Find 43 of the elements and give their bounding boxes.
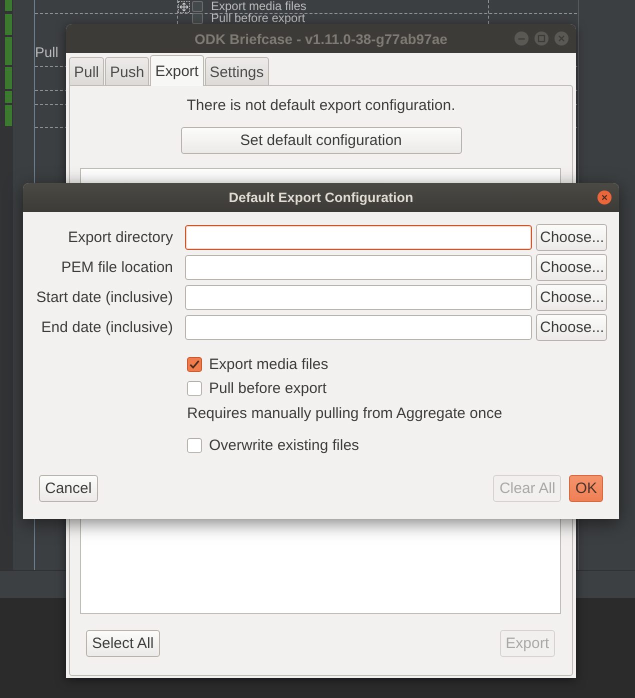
- text-field[interactable]: [185, 255, 532, 280]
- close-icon[interactable]: [597, 190, 612, 205]
- status-message: There is not default export configuration.: [186, 96, 456, 116]
- checkbox-label: Pull before export: [211, 12, 306, 24]
- hint-text: Requires manually pulling from Aggregate once: [187, 404, 502, 422]
- text-field[interactable]: [185, 225, 532, 250]
- tab[interactable]: Settings: [204, 57, 269, 86]
- cancel-button[interactable]: Cancel: [39, 475, 98, 502]
- ok-button[interactable]: OK: [569, 475, 603, 502]
- change-marker: [5, 14, 12, 35]
- choose-button[interactable]: Choose...: [536, 254, 607, 281]
- field-label: Export directory: [66, 229, 174, 246]
- field-label: Start date (inclusive): [35, 289, 174, 306]
- change-marker: [5, 67, 12, 89]
- tab[interactable]: Export: [150, 55, 204, 86]
- checkbox[interactable]: [187, 380, 202, 396]
- set-default-button[interactable]: Set default configuration: [180, 127, 462, 154]
- choose-button[interactable]: Choose...: [536, 224, 607, 251]
- form-label: Pull: [35, 44, 58, 60]
- window-title: ODK Briefcase - v1.11.0-38-g77ab97ae: [194, 30, 448, 46]
- tab[interactable]: Push: [105, 57, 150, 86]
- field-label: PEM file location: [60, 259, 174, 276]
- checkbox-label[interactable]: Overwrite existing files: [209, 436, 360, 454]
- text-field[interactable]: [185, 315, 532, 340]
- checkbox[interactable]: [192, 12, 203, 24]
- select-all-button[interactable]: Select All: [86, 630, 160, 657]
- checkbox-label[interactable]: Export media files: [209, 356, 328, 372]
- checkbox[interactable]: [187, 356, 202, 372]
- tab[interactable]: Pull: [69, 57, 104, 86]
- move-icon: [178, 1, 190, 13]
- text-field[interactable]: [185, 285, 532, 310]
- change-marker: [5, 105, 12, 126]
- choose-button[interactable]: Choose...: [536, 314, 607, 341]
- change-marker: [5, 91, 12, 103]
- checkbox[interactable]: [187, 438, 202, 452]
- field-label: End date (inclusive): [40, 319, 174, 336]
- checkbox-label: Export media files: [211, 0, 306, 12]
- choose-button[interactable]: Choose...: [536, 284, 607, 311]
- checkbox-label[interactable]: Pull before export: [209, 380, 327, 396]
- change-marker: [5, 37, 12, 65]
- dialog-title: Default Export Configuration: [228, 190, 414, 205]
- checkbox[interactable]: [192, 0, 203, 12]
- change-marker: [5, 0, 12, 11]
